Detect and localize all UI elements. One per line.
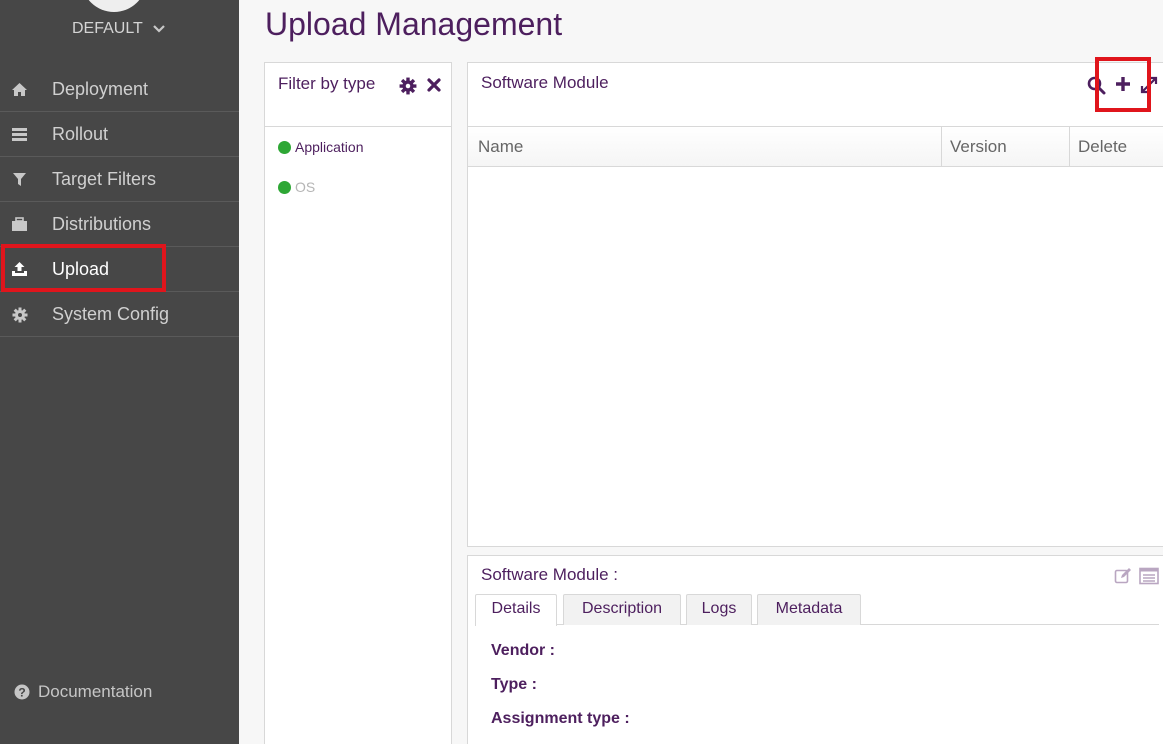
briefcase-icon bbox=[11, 216, 28, 233]
software-module-header: Software Module bbox=[468, 63, 1163, 127]
filter-by-type-panel: Filter by type Application OS bbox=[264, 62, 452, 744]
software-module-table-header: Name Version Delete bbox=[468, 127, 1163, 167]
sidebar-item-upload[interactable]: Upload bbox=[0, 247, 239, 292]
expand-icon[interactable] bbox=[1140, 76, 1158, 94]
rollout-icon bbox=[11, 126, 28, 143]
type-item-application[interactable]: Application bbox=[278, 139, 364, 155]
home-icon bbox=[11, 81, 28, 98]
details-title: Software Module : bbox=[481, 565, 619, 584]
type-label: Application bbox=[295, 139, 364, 155]
tenant-label: DEFAULT bbox=[72, 20, 143, 37]
tab-details[interactable]: Details bbox=[475, 594, 557, 626]
tab-metadata[interactable]: Metadata bbox=[757, 594, 861, 625]
sidebar-item-target-filters[interactable]: Target Filters bbox=[0, 157, 239, 202]
column-header-name[interactable]: Name bbox=[478, 137, 523, 157]
column-header-version[interactable]: Version bbox=[950, 137, 1007, 157]
sidebar-item-deployment[interactable]: Deployment bbox=[0, 67, 239, 112]
column-header-delete[interactable]: Delete bbox=[1078, 137, 1127, 157]
sidebar-item-label: Target Filters bbox=[52, 169, 157, 189]
main-menu: Deployment Rollout Target Filters Distri… bbox=[0, 67, 239, 337]
documentation-label: Documentation bbox=[38, 682, 153, 701]
sidebar-item-label: System Config bbox=[52, 304, 170, 324]
sidebar-item-system-config[interactable]: System Config bbox=[0, 292, 239, 337]
filter-title: Filter by type bbox=[278, 74, 376, 93]
sidebar-item-label: Upload bbox=[52, 259, 110, 279]
add-icon[interactable] bbox=[1114, 75, 1132, 93]
tenant-selector[interactable]: DEFAULT bbox=[0, 20, 239, 38]
type-item-os[interactable]: OS bbox=[278, 179, 315, 195]
search-icon[interactable] bbox=[1087, 76, 1106, 95]
field-assignment-type: Assignment type : bbox=[491, 710, 630, 727]
column-divider[interactable] bbox=[941, 127, 942, 167]
tab-logs[interactable]: Logs bbox=[686, 594, 752, 625]
sidebar-item-distributions[interactable]: Distributions bbox=[0, 202, 239, 247]
type-color-dot bbox=[278, 140, 291, 154]
field-vendor: Vendor : bbox=[491, 642, 556, 659]
list-icon[interactable] bbox=[1139, 567, 1159, 585]
software-module-details-panel: Software Module : Details Description Lo… bbox=[467, 555, 1163, 744]
help-icon: ? bbox=[14, 684, 30, 700]
gear-icon bbox=[11, 306, 28, 323]
filter-icon bbox=[11, 171, 28, 188]
page-title: Upload Management bbox=[265, 6, 563, 42]
tab-description[interactable]: Description bbox=[563, 594, 681, 625]
sidebar-item-label: Deployment bbox=[52, 79, 149, 99]
column-divider[interactable] bbox=[1069, 127, 1070, 167]
documentation-link[interactable]: ? Documentation bbox=[14, 682, 152, 702]
details-tabs: Details Description Logs Metadata bbox=[475, 594, 1159, 626]
sidebar-item-label: Distributions bbox=[52, 214, 152, 234]
software-module-table-body bbox=[468, 167, 1163, 545]
software-module-title: Software Module bbox=[481, 73, 609, 92]
filter-header: Filter by type bbox=[265, 63, 451, 127]
avatar[interactable] bbox=[82, 0, 146, 12]
software-module-panel: Software Module Name Version Delete bbox=[467, 62, 1163, 547]
field-type: Type : bbox=[491, 676, 537, 693]
sidebar: DEFAULT Deployment Rollout Target Filter… bbox=[0, 0, 239, 744]
sidebar-item-rollout[interactable]: Rollout bbox=[0, 112, 239, 157]
details-fields: Vendor : Type : Assignment type : bbox=[491, 642, 630, 744]
svg-text:?: ? bbox=[18, 686, 25, 700]
edit-icon[interactable] bbox=[1114, 567, 1132, 585]
sidebar-item-label: Rollout bbox=[52, 124, 109, 144]
close-icon[interactable] bbox=[426, 77, 442, 93]
chevron-down-icon bbox=[153, 24, 165, 33]
type-label: OS bbox=[295, 179, 316, 195]
upload-icon bbox=[11, 261, 28, 278]
gear-icon[interactable] bbox=[399, 77, 417, 95]
type-color-dot bbox=[278, 180, 291, 194]
